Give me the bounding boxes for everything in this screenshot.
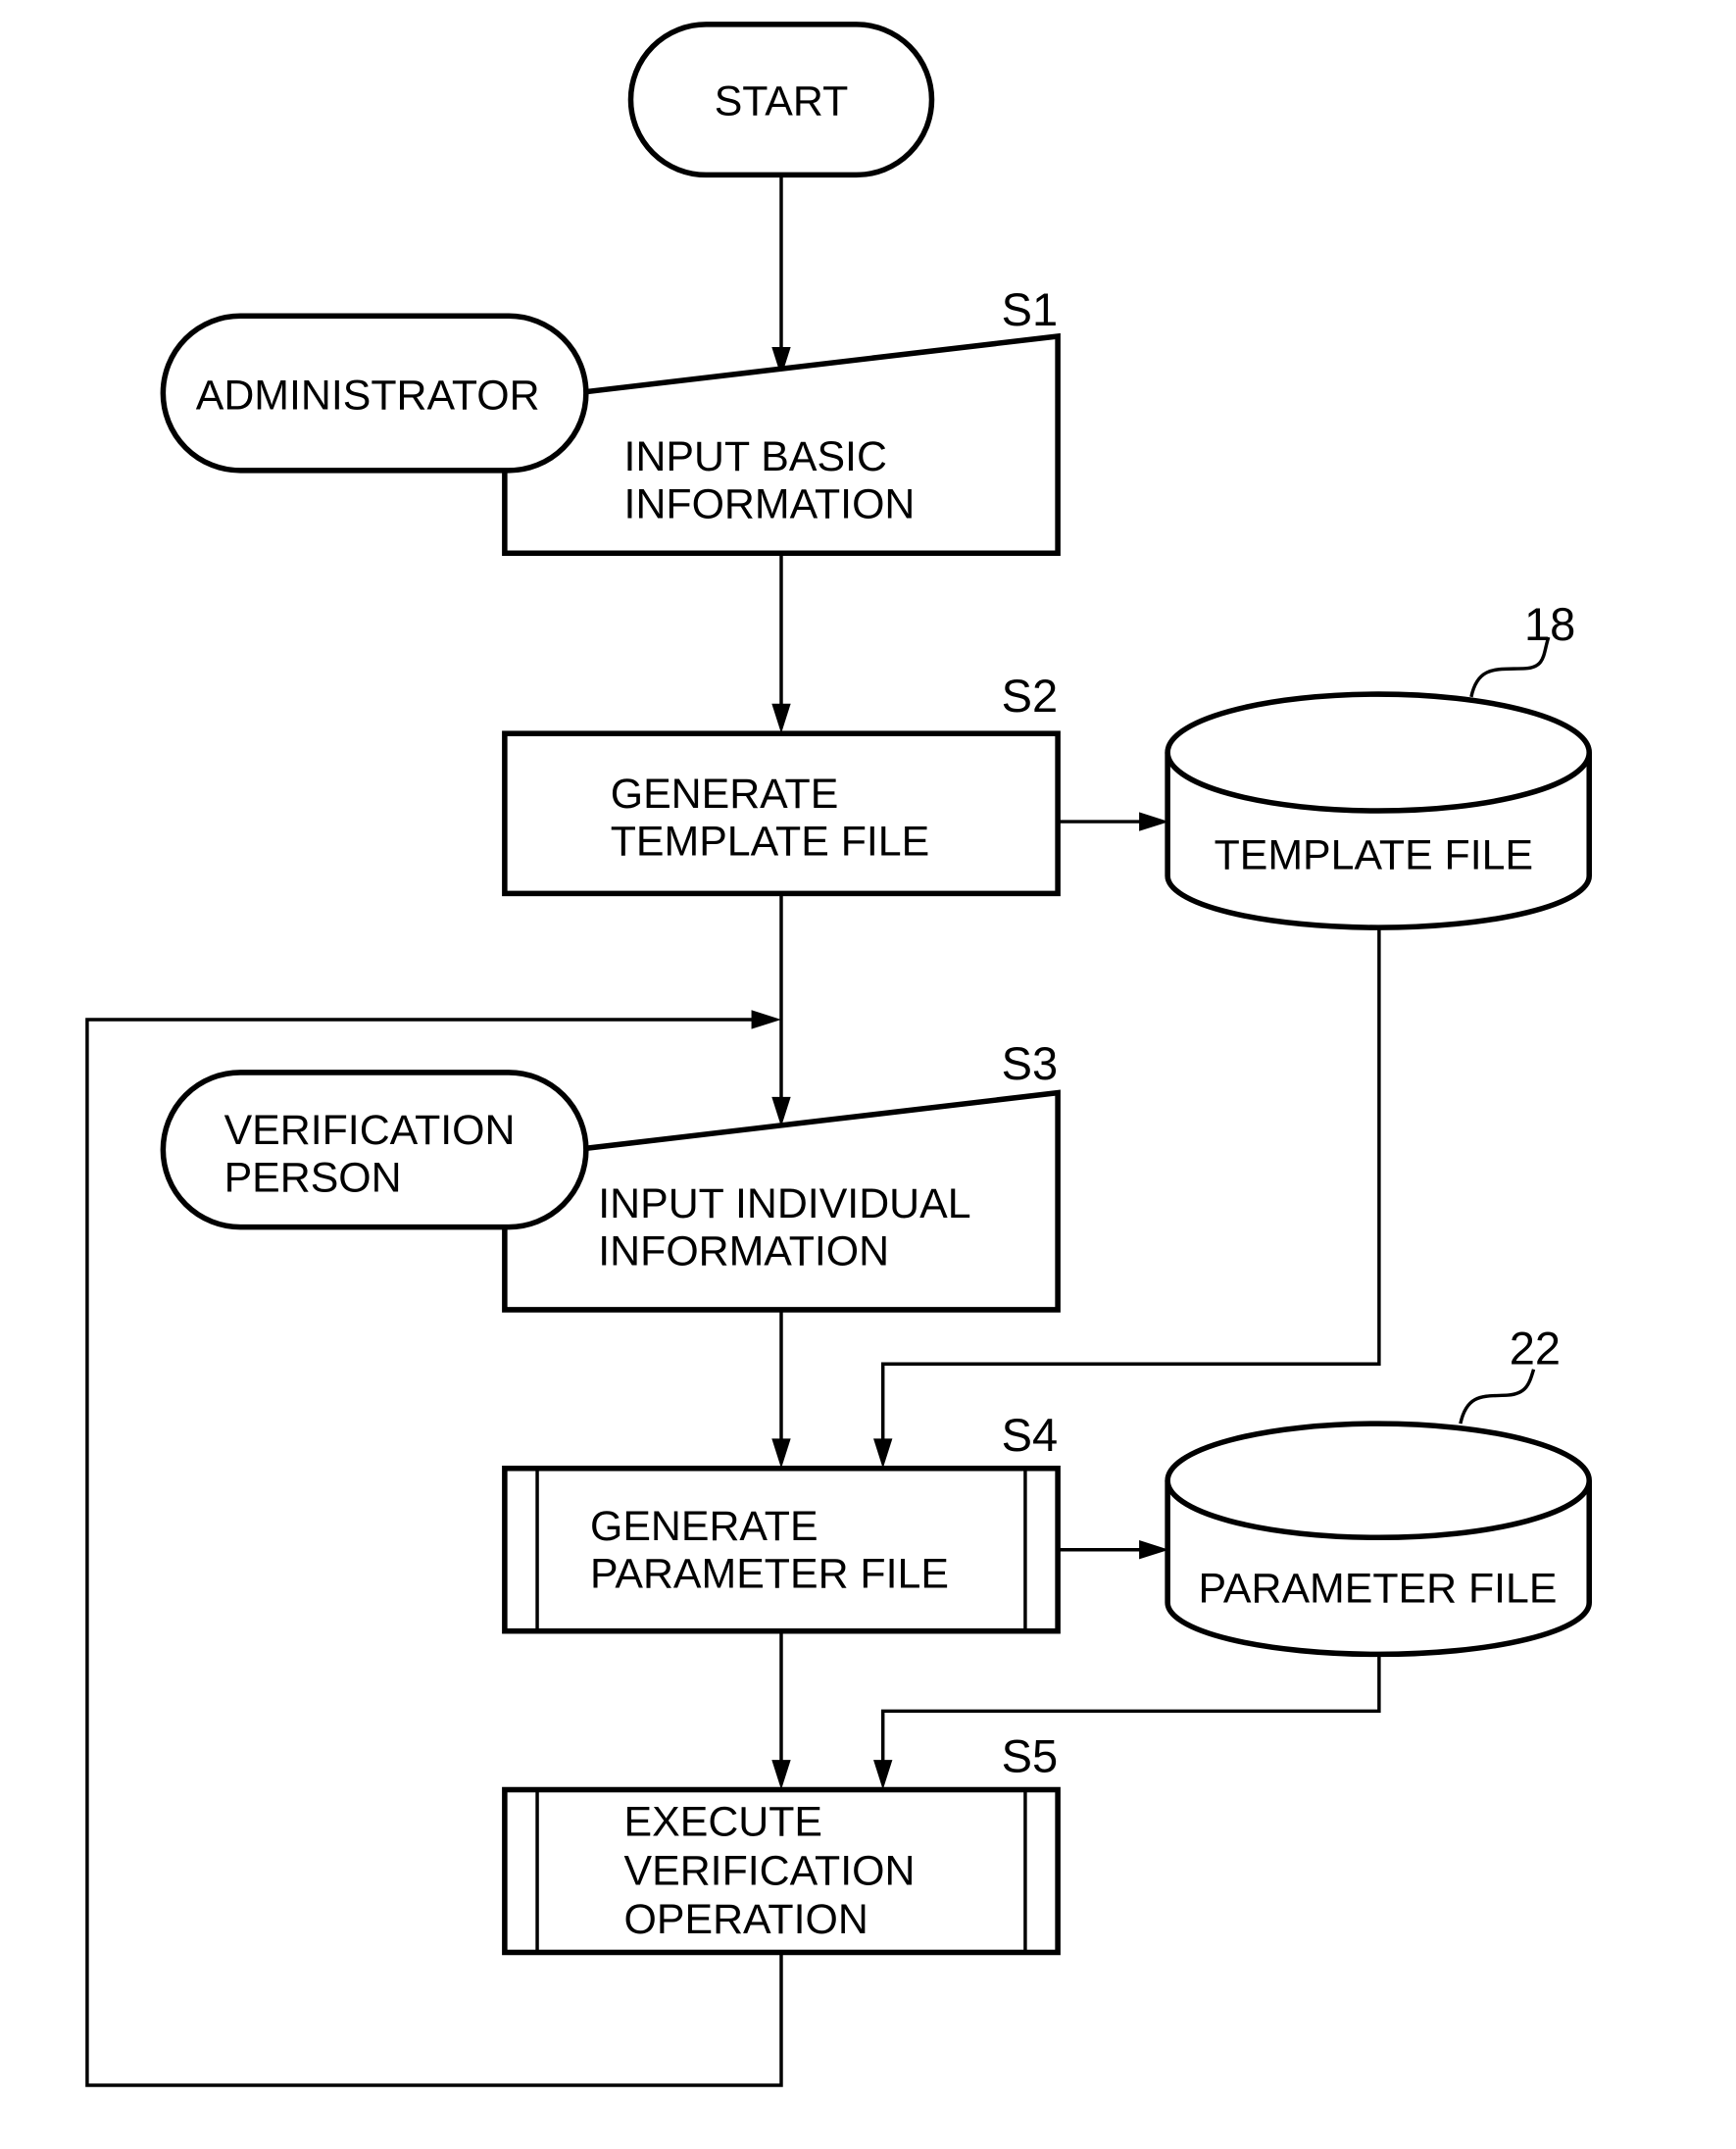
s4-step-label: S4 (1002, 1409, 1059, 1461)
arrowhead-s5-in-parameter (873, 1760, 893, 1790)
arrowhead-s2-in (771, 703, 791, 734)
arrowhead-loop-in (751, 1010, 781, 1029)
template-file-ref-number: 18 (1524, 598, 1575, 650)
s1-step-label: S1 (1002, 283, 1059, 335)
start-label: START (715, 78, 849, 125)
s5-label-line-3: OPERATION (624, 1896, 868, 1943)
template-file-database: TEMPLATE FILE 18 (1165, 598, 1593, 930)
s3-label-line-2: INFORMATION (598, 1227, 889, 1274)
s5-label-line-1: EXECUTE (624, 1799, 822, 1846)
verification-person-line-2: PERSON (224, 1155, 402, 1202)
s3-label-line-1: INPUT INDIVIDUAL (598, 1180, 970, 1227)
s2-label-line-2: TEMPLATE FILE (611, 819, 929, 866)
edge-parameter-file-to-s5 (880, 1654, 1381, 1769)
arrowhead-s5-in (771, 1760, 791, 1790)
s1-label-line-2: INFORMATION (624, 480, 916, 527)
s2-step-label: S2 (1002, 670, 1059, 722)
arrowhead-s4-in-template (873, 1438, 893, 1469)
administrator-label: ADMINISTRATOR (196, 373, 540, 420)
arrowhead-template-file-in (1139, 812, 1169, 831)
start-terminator: START (627, 22, 935, 178)
arrowhead-s4-in (771, 1438, 791, 1469)
s3-step-label: S3 (1002, 1037, 1059, 1089)
s5-label-line-2: VERIFICATION (624, 1847, 916, 1894)
parameter-file-ref-leader (1459, 1369, 1536, 1424)
parameter-file-database: PARAMETER FILE 22 (1165, 1322, 1593, 1658)
parameter-file-ref-number: 22 (1510, 1322, 1561, 1374)
s4-label-line-1: GENERATE (590, 1503, 818, 1550)
template-file-label: TEMPLATE FILE (1215, 831, 1533, 878)
s5-step-label: S5 (1002, 1730, 1059, 1782)
s1-label-line-1: INPUT BASIC (624, 433, 887, 480)
administrator-terminator: ADMINISTRATOR (160, 313, 589, 474)
s2-label-line-1: GENERATE (611, 771, 839, 818)
verification-flowchart: START S1 INPUT BASIC INFORMATION ADMINIS… (85, 22, 1593, 2087)
verification-person-line-1: VERIFICATION (224, 1107, 516, 1154)
arrowhead-parameter-file-in (1139, 1540, 1169, 1560)
parameter-file-label: PARAMETER FILE (1199, 1566, 1558, 1613)
verification-person-terminator: VERIFICATION PERSON (160, 1070, 589, 1230)
s4-label-line-2: PARAMETER FILE (590, 1550, 949, 1597)
